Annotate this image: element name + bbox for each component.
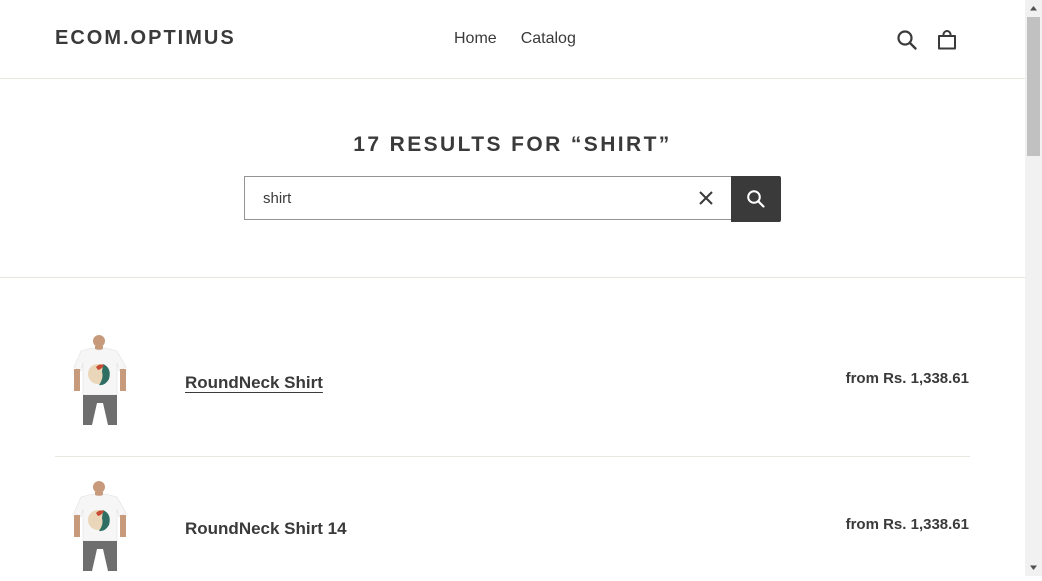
list-item[interactable]: RoundNeck Shirt 14 from Rs. 1,338.61 <box>55 456 970 576</box>
site-header: ECOM.OPTIMUS Home Catalog <box>0 0 1025 79</box>
product-title[interactable]: RoundNeck Shirt 14 <box>185 519 347 539</box>
product-image[interactable] <box>71 333 129 429</box>
product-price: from Rs. 1,338.61 <box>845 516 969 533</box>
page: ECOM.OPTIMUS Home Catalog 17 RESULTS FOR… <box>0 0 1025 576</box>
site-logo[interactable]: ECOM.OPTIMUS <box>55 27 236 50</box>
scroll-up-arrow-icon[interactable] <box>1025 0 1042 17</box>
nav-catalog[interactable]: Catalog <box>521 30 576 48</box>
product-title[interactable]: RoundNeck Shirt <box>185 373 323 393</box>
scroll-down-arrow-icon[interactable] <box>1025 559 1042 576</box>
product-price: from Rs. 1,338.61 <box>845 370 969 387</box>
close-icon[interactable] <box>697 189 715 207</box>
scrollbar-thumb[interactable] <box>1027 17 1040 156</box>
cart-icon[interactable] <box>936 29 958 51</box>
vertical-scrollbar[interactable] <box>1025 0 1042 576</box>
search-input[interactable] <box>245 177 685 219</box>
list-item[interactable]: RoundNeck Shirt from Rs. 1,338.61 <box>55 310 970 457</box>
search-box <box>244 176 731 220</box>
search-icon[interactable] <box>896 29 918 51</box>
page-title: 17 RESULTS FOR “SHIRT” <box>353 133 672 156</box>
main-nav: Home Catalog <box>454 30 576 48</box>
nav-home[interactable]: Home <box>454 30 497 48</box>
search-submit-button[interactable] <box>731 176 781 222</box>
product-image[interactable] <box>71 479 129 575</box>
search-section: 17 RESULTS FOR “SHIRT” <box>0 79 1025 278</box>
search-icon <box>747 190 765 208</box>
